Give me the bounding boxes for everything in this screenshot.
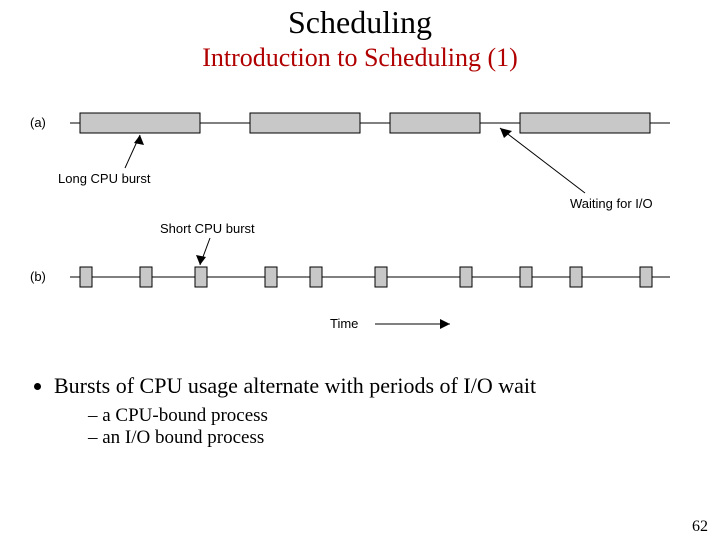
page-subtitle: Introduction to Scheduling (1) bbox=[0, 43, 720, 73]
bullet-sub-a: a CPU-bound process bbox=[88, 405, 690, 427]
waiting-io-label: Waiting for I/O bbox=[570, 196, 653, 211]
long-burst-annotation: Long CPU burst bbox=[58, 135, 151, 186]
row-b: (b) bbox=[30, 267, 670, 287]
long-burst-label: Long CPU burst bbox=[58, 171, 151, 186]
waiting-io-annotation: Waiting for I/O bbox=[500, 128, 653, 211]
burst-diagram: (a) Long CPU burst Waiting for I/O Short… bbox=[30, 93, 690, 353]
short-burst-annotation: Short CPU burst bbox=[160, 221, 255, 265]
time-axis: Time bbox=[330, 316, 450, 331]
bullet-list: Bursts of CPU usage alternate with perio… bbox=[30, 373, 690, 449]
row-b-label: (b) bbox=[30, 269, 46, 284]
row-a-label: (a) bbox=[30, 115, 46, 130]
bullet-sub-b: an I/O bound process bbox=[88, 427, 690, 449]
bullet-main: Bursts of CPU usage alternate with perio… bbox=[54, 373, 690, 399]
short-burst-label: Short CPU burst bbox=[160, 221, 255, 236]
page-number: 62 bbox=[692, 518, 708, 536]
row-a: (a) bbox=[30, 113, 670, 133]
time-label: Time bbox=[330, 316, 358, 331]
page-title: Scheduling bbox=[0, 4, 720, 41]
